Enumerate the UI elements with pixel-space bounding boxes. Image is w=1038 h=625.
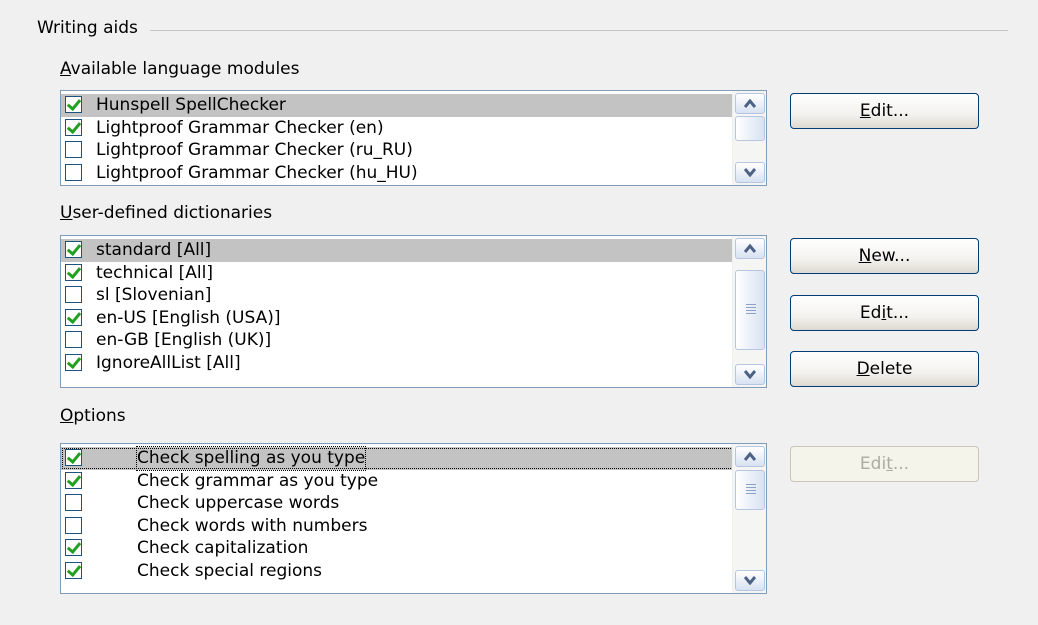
writing-aids-panel: Writing aids Available language modules … bbox=[0, 0, 1038, 625]
scroll-thumb[interactable] bbox=[735, 470, 765, 510]
language-module-item-label: Hunspell SpellChecker bbox=[96, 95, 286, 115]
option-item[interactable]: Check spelling as you type bbox=[61, 446, 766, 471]
option-item[interactable]: Check words with numbers bbox=[61, 515, 766, 538]
option-item-label: Check special regions bbox=[137, 560, 323, 581]
dictionary-item-label: en-US [English (USA)] bbox=[96, 307, 281, 328]
option-checkbox[interactable] bbox=[65, 516, 82, 534]
dictionary-checkbox[interactable] bbox=[65, 286, 82, 303]
delete-dictionary-button[interactable]: Delete bbox=[790, 351, 979, 387]
options-scrollbar[interactable] bbox=[732, 444, 766, 593]
scroll-thumb[interactable] bbox=[735, 116, 765, 141]
dictionary-item[interactable]: technical [All] bbox=[61, 262, 766, 285]
dictionary-item-label: en-GB [English (UK)] bbox=[96, 330, 272, 350]
language-module-item-label: Lightproof Grammar Checker (hu_HU) bbox=[96, 162, 418, 183]
dictionary-item-label: technical [All] bbox=[96, 262, 213, 283]
dictionary-checkbox[interactable] bbox=[65, 241, 82, 258]
option-item-label: Check uppercase words bbox=[137, 493, 340, 513]
option-item[interactable]: Check capitalization bbox=[61, 537, 766, 560]
option-checkbox[interactable] bbox=[65, 471, 82, 489]
language-modules-scrollbar[interactable] bbox=[732, 91, 766, 185]
scroll-up-arrow-icon[interactable] bbox=[735, 446, 765, 467]
language-module-item[interactable]: Lightproof Grammar Checker (en) bbox=[61, 117, 766, 140]
language-module-checkbox[interactable] bbox=[65, 118, 82, 136]
language-module-checkbox[interactable] bbox=[65, 96, 82, 113]
dictionary-item[interactable]: IgnoreAllList [All] bbox=[61, 352, 766, 375]
scroll-thumb[interactable] bbox=[735, 270, 765, 350]
new-dictionary-button[interactable]: New... bbox=[790, 238, 979, 274]
option-checkbox[interactable] bbox=[65, 494, 82, 511]
language-module-checkbox[interactable] bbox=[65, 141, 82, 158]
scroll-down-arrow-icon[interactable] bbox=[735, 162, 765, 183]
scroll-up-arrow-icon[interactable] bbox=[735, 93, 765, 114]
scroll-down-arrow-icon[interactable] bbox=[735, 570, 765, 591]
dictionary-checkbox[interactable] bbox=[65, 331, 82, 348]
scroll-down-arrow-icon[interactable] bbox=[735, 364, 765, 385]
options-edit-button[interactable]: Edit... bbox=[790, 446, 979, 482]
scroll-up-arrow-icon[interactable] bbox=[735, 238, 765, 259]
option-item[interactable]: Check uppercase words bbox=[61, 492, 766, 515]
option-item[interactable]: Check special regions bbox=[61, 560, 766, 583]
option-checkbox[interactable] bbox=[65, 561, 82, 579]
dictionary-item[interactable]: standard [All] bbox=[61, 239, 766, 262]
options-list[interactable]: Check spelling as you type Check grammar … bbox=[60, 443, 767, 594]
option-checkbox[interactable] bbox=[65, 539, 82, 556]
option-item-label: Check spelling as you type bbox=[135, 446, 367, 471]
dictionaries-list[interactable]: standard [All] technical [All] sl [Sloveni… bbox=[60, 235, 767, 388]
option-item-label: Check grammar as you type bbox=[137, 470, 379, 491]
language-modules-list[interactable]: Hunspell SpellChecker Lightproof Grammar … bbox=[60, 90, 767, 186]
options-label: Options bbox=[60, 406, 126, 426]
language-modules-edit-button[interactable]: Edit... bbox=[790, 93, 979, 129]
language-module-item-label: Lightproof Grammar Checker (ru_RU) bbox=[96, 140, 413, 160]
language-module-item[interactable]: Hunspell SpellChecker bbox=[61, 94, 766, 117]
option-item-label: Check capitalization bbox=[137, 538, 309, 558]
language-module-item-label: Lightproof Grammar Checker (en) bbox=[96, 117, 384, 138]
dictionary-checkbox[interactable] bbox=[65, 353, 82, 371]
dictionary-item-label: standard [All] bbox=[96, 240, 212, 260]
dictionary-item-label: sl [Slovenian] bbox=[96, 285, 212, 305]
dictionary-item[interactable]: en-GB [English (UK)] bbox=[61, 329, 766, 352]
dictionary-item[interactable]: sl [Slovenian] bbox=[61, 284, 766, 307]
dictionary-item[interactable]: en-US [English (USA)] bbox=[61, 307, 766, 330]
frame-title: Writing aids bbox=[37, 18, 144, 38]
frame-divider bbox=[150, 30, 1008, 31]
edit-dictionary-button[interactable]: Edit... bbox=[790, 295, 979, 331]
option-checkbox[interactable] bbox=[65, 449, 82, 466]
language-module-item[interactable]: Lightproof Grammar Checker (ru_RU) bbox=[61, 139, 766, 162]
dictionaries-label: User-defined dictionaries bbox=[60, 203, 273, 223]
dictionary-checkbox[interactable] bbox=[65, 263, 82, 281]
language-module-item[interactable]: Lightproof Grammar Checker (hu_HU) bbox=[61, 162, 766, 185]
dictionary-item-label: IgnoreAllList [All] bbox=[96, 352, 241, 373]
dictionaries-scrollbar[interactable] bbox=[732, 236, 766, 387]
language-module-checkbox[interactable] bbox=[65, 163, 82, 181]
option-item-label: Check words with numbers bbox=[137, 515, 368, 536]
dictionary-checkbox[interactable] bbox=[65, 308, 82, 326]
option-item[interactable]: Check grammar as you type bbox=[61, 470, 766, 493]
language-modules-label: Available language modules bbox=[60, 59, 300, 79]
